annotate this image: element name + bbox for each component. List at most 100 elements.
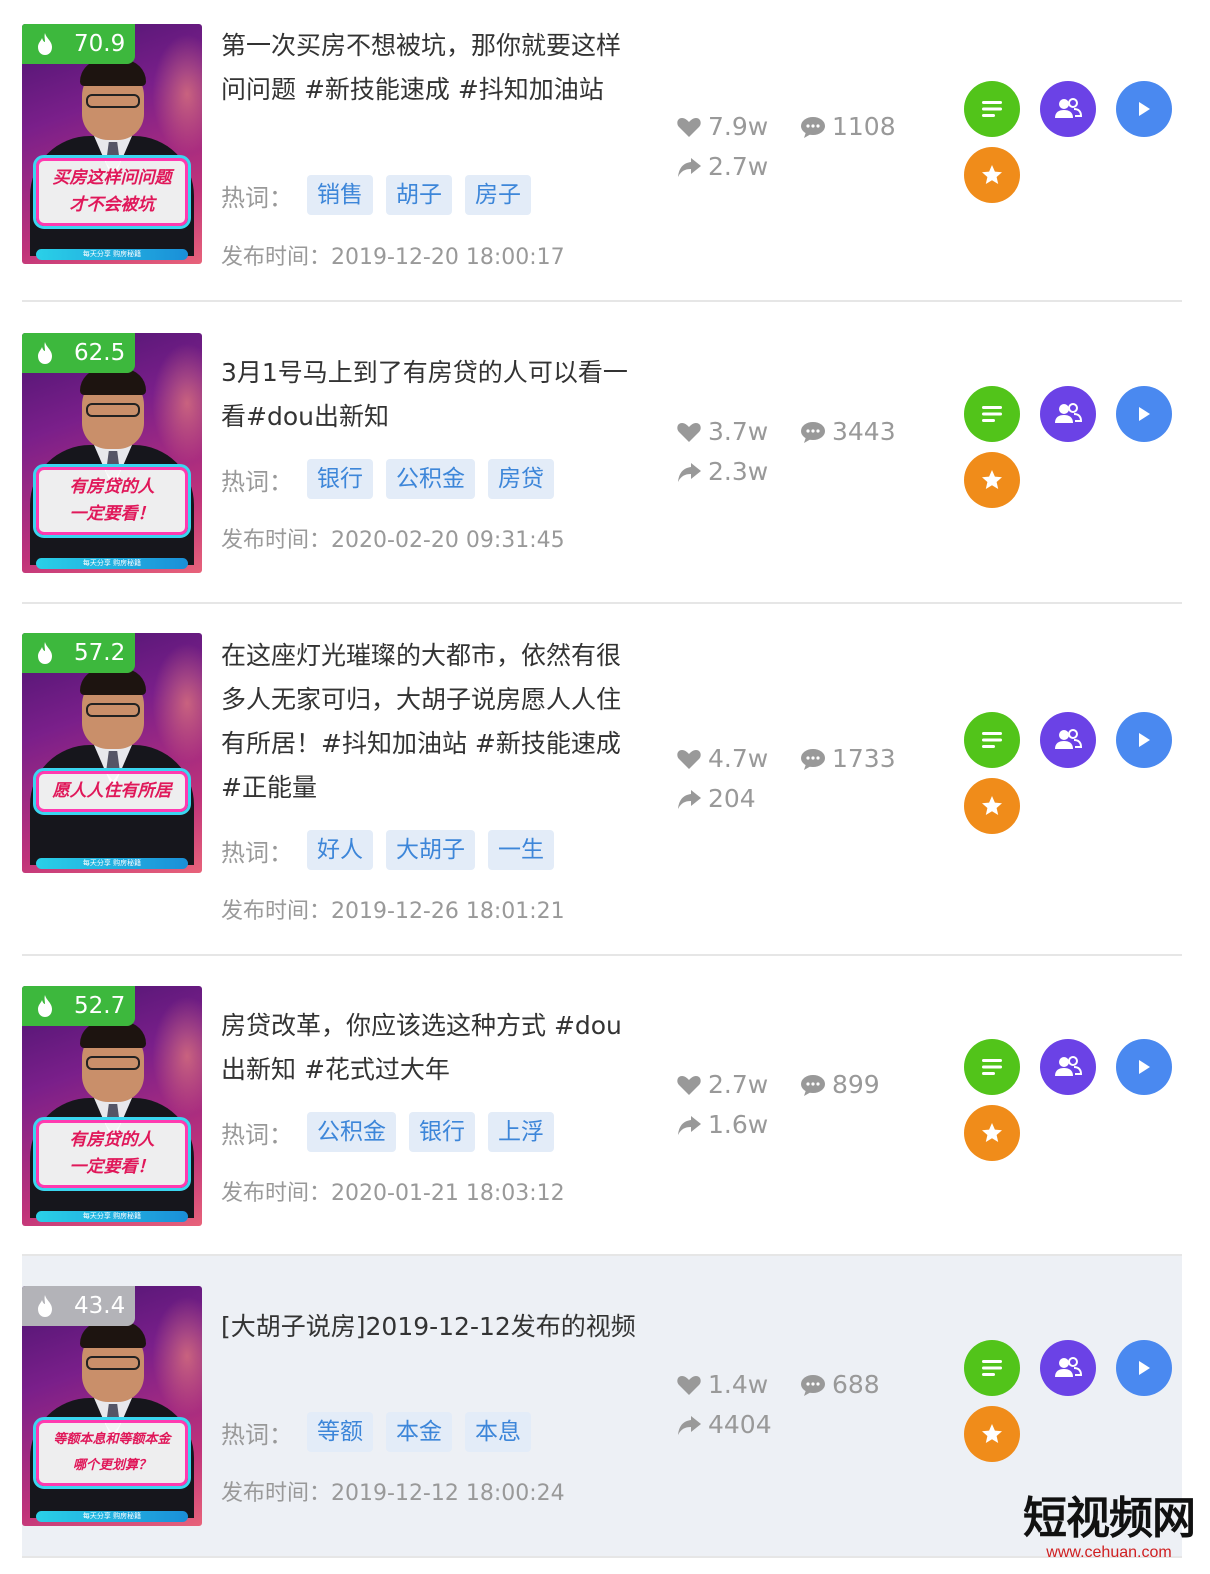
thumbnail-strip: 每天分享 购房秘籍 (36, 1211, 188, 1222)
audience-button[interactable] (1040, 1039, 1096, 1095)
share-icon (678, 462, 701, 482)
list-icon (982, 406, 1002, 422)
hot-words-label: 热词： (221, 1420, 293, 1449)
comments-stat: 899 (800, 1070, 880, 1099)
flame-icon (38, 33, 52, 55)
hot-word-tag[interactable]: 一生 (488, 830, 554, 870)
comments-stat: 3443 (800, 417, 896, 446)
hot-word-tag[interactable]: 房子 (465, 175, 531, 215)
likes-stat: 1.4w (676, 1370, 768, 1399)
list-item: 愿人人住有所居 每天分享 购房秘籍 57.2 在这座灯光璀璨的大都市，依然有很多… (22, 604, 1182, 956)
comment-icon (801, 1374, 825, 1396)
video-thumbnail[interactable]: 买房这样问问题 才不会被坑 每天分享 购房秘籍 70.9 (22, 24, 202, 264)
hot-words-label: 热词： (221, 838, 293, 867)
share-icon (678, 1415, 701, 1435)
hot-word-tag[interactable]: 等额 (307, 1412, 373, 1452)
hot-word-tag[interactable]: 本息 (465, 1412, 531, 1452)
play-button[interactable] (1116, 1340, 1172, 1396)
heart-icon (677, 749, 701, 769)
hot-word-tag[interactable]: 大胡子 (386, 830, 475, 870)
detail-button[interactable] (964, 712, 1020, 768)
hot-word-tag[interactable]: 银行 (409, 1112, 475, 1152)
users-icon (1055, 98, 1083, 118)
comment-icon (801, 748, 825, 770)
video-title[interactable]: 房贷改革，你应该选这种方式 #dou出新知 #花式过大年 (221, 1004, 641, 1092)
star-icon (982, 1424, 1002, 1443)
heart-icon (677, 1075, 701, 1095)
hot-word-tag[interactable]: 好人 (307, 830, 373, 870)
play-icon (1139, 1060, 1150, 1074)
play-button[interactable] (1116, 81, 1172, 137)
shares-stat: 2.7w (676, 152, 768, 181)
hot-word-tag[interactable]: 本金 (386, 1412, 452, 1452)
hot-word-tag[interactable]: 公积金 (307, 1112, 396, 1152)
audience-button[interactable] (1040, 1340, 1096, 1396)
star-icon (982, 165, 1002, 184)
hot-score-badge: 43.4 (22, 1286, 135, 1326)
watermark-url: www.cehuan.com (1046, 1544, 1172, 1561)
hot-words: 热词： 公积金 银行 上浮 (221, 1112, 567, 1152)
star-icon (982, 1123, 1002, 1142)
likes-stat: 2.7w (676, 1070, 768, 1099)
hot-word-tag[interactable]: 银行 (307, 459, 373, 499)
list-icon (982, 1360, 1002, 1376)
watermark-title: 短视频网 (1023, 1493, 1196, 1544)
likes-stat: 3.7w (676, 417, 768, 446)
video-thumbnail[interactable]: 有房贷的人 一定要看！ 每天分享 购房秘籍 62.5 (22, 333, 202, 573)
favorite-button[interactable] (964, 452, 1020, 508)
hot-word-tag[interactable]: 上浮 (488, 1112, 554, 1152)
publish-time: 发布时间：2020-01-21 18:03:12 (221, 1181, 565, 1206)
heart-icon (677, 1375, 701, 1395)
list-item: 有房贷的人 一定要看！ 每天分享 购房秘籍 62.5 3月1号马上到了有房贷的人可… (22, 302, 1182, 604)
audience-button[interactable] (1040, 81, 1096, 137)
audience-button[interactable] (1040, 712, 1096, 768)
comments-stat: 1108 (800, 112, 896, 141)
share-icon (678, 157, 701, 177)
comments-stat: 688 (800, 1370, 880, 1399)
thumbnail-strip: 每天分享 购房秘籍 (36, 1511, 188, 1522)
hot-word-tag[interactable]: 房贷 (488, 459, 554, 499)
hot-words: 热词： 好人 大胡子 一生 (221, 830, 567, 870)
favorite-button[interactable] (964, 1105, 1020, 1161)
play-button[interactable] (1116, 712, 1172, 768)
hot-words-label: 热词： (221, 183, 293, 212)
play-button[interactable] (1116, 1039, 1172, 1095)
favorite-button[interactable] (964, 147, 1020, 203)
hot-score-badge: 62.5 (22, 333, 135, 373)
play-button[interactable] (1116, 386, 1172, 442)
site-watermark: 短视频网 www.cehuan.com (1014, 1494, 1204, 1562)
favorite-button[interactable] (964, 1406, 1020, 1462)
star-icon (982, 796, 1002, 815)
list-item: 等额本息和等额本金 哪个更划算？ 每天分享 购房秘籍 43.4 [大胡子说房]20… (22, 1256, 1182, 1558)
publish-time: 发布时间：2020-02-20 09:31:45 (221, 528, 565, 553)
hot-word-tag[interactable]: 胡子 (386, 175, 452, 215)
share-icon (678, 1115, 701, 1135)
heart-icon (677, 117, 701, 137)
thumbnail-strip: 每天分享 购房秘籍 (36, 249, 188, 260)
likes-stat: 4.7w (676, 744, 768, 773)
audience-button[interactable] (1040, 386, 1096, 442)
video-title[interactable]: 在这座灯光璀璨的大都市，依然有很多人无家可归，大胡子说房愿人人住有所居！#抖知加… (221, 634, 641, 810)
comment-icon (801, 1074, 825, 1096)
video-thumbnail[interactable]: 等额本息和等额本金 哪个更划算？ 每天分享 购房秘籍 43.4 (22, 1286, 202, 1526)
video-thumbnail[interactable]: 愿人人住有所居 每天分享 购房秘籍 57.2 (22, 633, 202, 873)
shares-stat: 2.3w (676, 457, 768, 486)
video-thumbnail[interactable]: 有房贷的人 一定要看！ 每天分享 购房秘籍 52.7 (22, 986, 202, 1226)
users-icon (1055, 729, 1083, 749)
likes-stat: 7.9w (676, 112, 768, 141)
hot-word-tag[interactable]: 销售 (307, 175, 373, 215)
detail-button[interactable] (964, 386, 1020, 442)
thumbnail-strip: 每天分享 购房秘籍 (36, 858, 188, 869)
list-icon (982, 101, 1002, 117)
video-title[interactable]: 第一次买房不想被坑，那你就要这样问问题 #新技能速成 #抖知加油站 (221, 24, 641, 112)
favorite-button[interactable] (964, 778, 1020, 834)
detail-button[interactable] (964, 1039, 1020, 1095)
video-title[interactable]: [大胡子说房]2019-12-12发布的视频 (221, 1305, 641, 1349)
detail-button[interactable] (964, 81, 1020, 137)
users-icon (1055, 1357, 1083, 1377)
thumbnail-caption: 有房贷的人 一定要看！ (33, 464, 191, 538)
detail-button[interactable] (964, 1340, 1020, 1396)
video-title[interactable]: 3月1号马上到了有房贷的人可以看一看#dou出新知 (221, 351, 641, 439)
hot-word-tag[interactable]: 公积金 (386, 459, 475, 499)
flame-icon (38, 995, 52, 1017)
